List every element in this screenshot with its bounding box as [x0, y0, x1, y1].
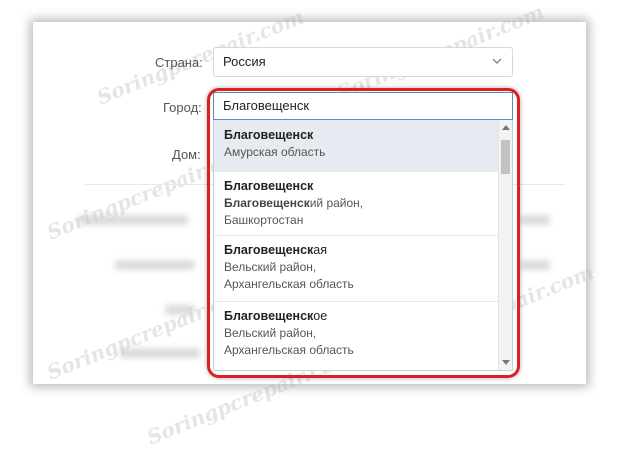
option-region-match: Благовещенск [224, 196, 310, 210]
option-region: Вельский район, [224, 326, 317, 340]
city-option[interactable]: Благовещенское Вельский район, Архангель… [214, 302, 498, 368]
option-rest: ое [313, 309, 328, 323]
blurred-label [115, 260, 195, 270]
option-match: Благовещенск [224, 309, 314, 323]
dropdown-scrollbar[interactable] [498, 120, 512, 370]
city-option[interactable]: Благовещенская Вельский район, Архангель… [214, 236, 498, 302]
house-label: Дом: [172, 147, 201, 162]
option-region-2: Архангельская область [224, 343, 354, 357]
blurred-value [520, 260, 550, 270]
country-value: Россия [223, 54, 266, 69]
option-match: Благовещенск [224, 243, 314, 257]
option-region: ий район, [309, 196, 364, 210]
blurred-label [120, 348, 200, 358]
blurred-label [78, 215, 188, 225]
option-match: Благовещенск [224, 128, 314, 142]
arrow-down-icon[interactable] [502, 360, 510, 365]
scrollbar-thumb[interactable] [501, 140, 510, 174]
city-option[interactable]: Благовещенск Амурская область [214, 120, 498, 172]
blurred-value [520, 215, 550, 225]
option-rest: ая [313, 243, 328, 257]
country-label: Страна: [155, 55, 203, 70]
chevron-down-icon [492, 58, 502, 64]
option-region-2: Архангельская область [224, 277, 354, 291]
option-region: Амурская область [224, 145, 326, 159]
option-region-2: Башкортостан [224, 213, 304, 227]
city-input-value: Благовещенск [223, 98, 310, 113]
country-select[interactable]: Россия [213, 47, 513, 77]
arrow-up-icon[interactable] [502, 125, 510, 130]
option-match: Благовещенск [224, 179, 314, 193]
option-region: Вельский район, [224, 260, 317, 274]
city-label: Город: [163, 100, 202, 115]
city-suggestions-dropdown: Благовещенск Амурская область Благовещен… [213, 120, 513, 371]
city-input[interactable]: Благовещенск [213, 92, 513, 120]
blurred-label [165, 305, 195, 315]
city-option[interactable]: Благовещенск Благовещенский район, Башко… [214, 172, 498, 236]
